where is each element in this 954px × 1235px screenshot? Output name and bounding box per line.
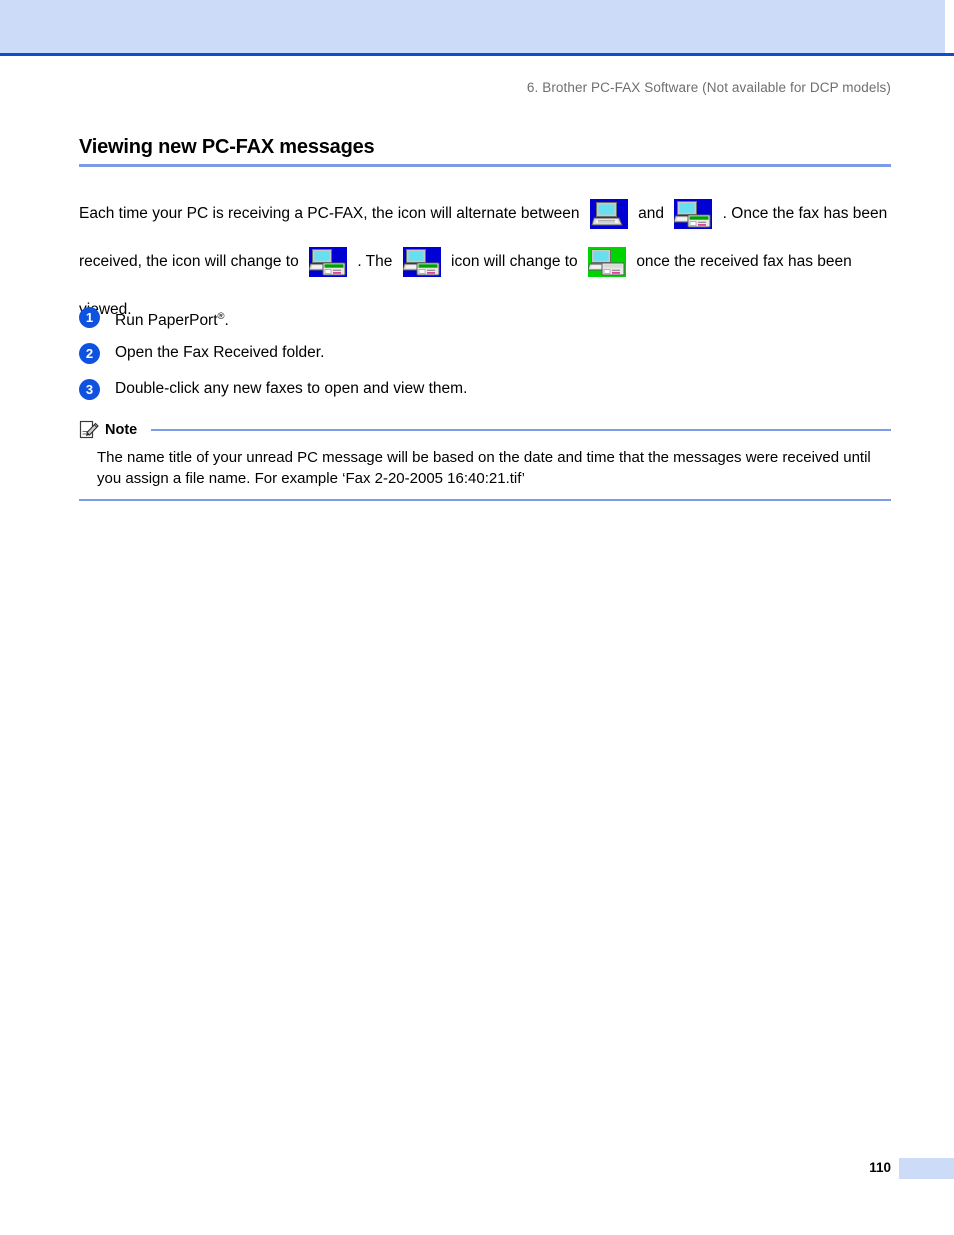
running-header: 6. Brother PC-FAX Software (Not availabl…: [526, 80, 891, 95]
paragraph-text-2: and: [638, 205, 665, 222]
note-header-rule: [151, 429, 891, 431]
computer-fax-blue-icon: [674, 199, 713, 229]
step-text-2: Open the Fax Received folder.: [115, 342, 324, 364]
step-badge-2: 2: [79, 343, 100, 364]
note-header: Note: [79, 419, 891, 441]
page-top-rule: [0, 53, 954, 56]
note-callout: Note The name title of your unread PC me…: [79, 419, 891, 501]
step-label-2: Open the Fax Received folder.: [115, 344, 325, 361]
page-title: Viewing new PC-FAX messages: [79, 136, 375, 158]
page-top-band: [0, 0, 945, 53]
page-number: 110: [869, 1160, 891, 1175]
computer-fax-blue-icon: [309, 247, 348, 278]
page-footer-block: [899, 1158, 954, 1179]
computer-fax-green-icon: [588, 247, 626, 278]
list-item: 3 Double-click any new faxes to open and…: [79, 378, 891, 402]
note-bottom-rule: [79, 499, 891, 501]
step-badge-1: 1: [79, 307, 100, 328]
step-badge-3: 3: [79, 379, 100, 400]
list-item: 1 Run PaperPort®.: [79, 306, 891, 330]
paragraph-text-4: . The: [357, 253, 393, 271]
note-body-text: The name title of your unread PC message…: [97, 449, 871, 487]
list-item: 2 Open the Fax Received folder.: [79, 342, 891, 366]
step-suffix-1: .: [224, 312, 229, 330]
computer-blue-icon: [589, 199, 628, 229]
paragraph-text-1: Each time your PC is receiving a PC-FAX,…: [79, 205, 580, 222]
page-title-rule: [79, 164, 891, 167]
step-label-1: Run PaperPort: [115, 312, 218, 330]
steps-list: 1 Run PaperPort®. 2 Open the Fax Receive…: [79, 306, 891, 414]
paragraph-text-5: icon will change to: [451, 253, 578, 271]
note-pencil-icon: [79, 420, 99, 440]
step-label-3: Double-click any new faxes to open and v…: [115, 380, 468, 397]
note-label: Note: [105, 422, 138, 438]
registered-mark-1: ®: [217, 311, 225, 322]
step-text-1: Run PaperPort®.: [115, 306, 229, 332]
computer-fax-blue-icon: [402, 247, 441, 278]
step-text-3: Double-click any new faxes to open and v…: [115, 378, 467, 400]
